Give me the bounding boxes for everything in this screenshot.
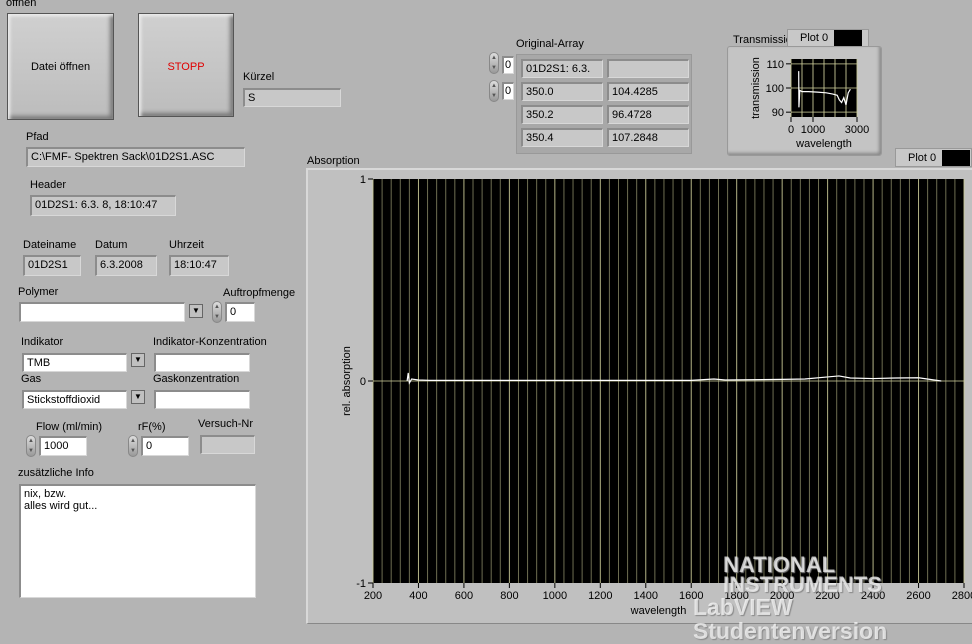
array-cell: 104.4285 bbox=[607, 82, 689, 101]
array-cell: 01D2S1: 6.3. bbox=[521, 59, 603, 78]
x-tick-label: 1400 bbox=[634, 590, 658, 602]
polymer-select[interactable] bbox=[19, 302, 185, 322]
stop-button[interactable]: STOPP bbox=[138, 13, 234, 117]
legend-label: Plot 0 bbox=[908, 151, 937, 164]
x-tick-label: 1000 bbox=[801, 124, 825, 136]
polymer-label: Polymer bbox=[18, 286, 59, 298]
array-cell: 107.2848 bbox=[607, 128, 689, 147]
x-tick-label: 1200 bbox=[588, 590, 612, 602]
indikator-konz-label: Indikator-Konzentration bbox=[153, 336, 267, 348]
dateiname-label: Dateiname bbox=[23, 239, 77, 251]
gaskonz-label: Gaskonzentration bbox=[153, 373, 240, 385]
x-tick-label: 1800 bbox=[724, 590, 748, 602]
polymer-dropdown-arrow-icon[interactable]: ▼ bbox=[189, 304, 203, 318]
y-tick-label: -1 bbox=[356, 578, 366, 590]
auftropfmenge-field[interactable]: 0 bbox=[225, 302, 255, 322]
indikator-konz-field[interactable] bbox=[154, 353, 250, 372]
auftropfmenge-stepper[interactable]: ▲ ▼ bbox=[212, 301, 222, 323]
x-tick-label: 1000 bbox=[543, 590, 567, 602]
x-axis-label: wavelength bbox=[630, 605, 687, 617]
flow-field[interactable]: 1000 bbox=[39, 436, 87, 456]
x-tick-label: 400 bbox=[409, 590, 427, 602]
gaskonz-field[interactable] bbox=[154, 390, 250, 409]
kuerzel-label: Kürzel bbox=[243, 71, 275, 83]
y-tick-label: 0 bbox=[360, 376, 366, 388]
x-tick-label: 2000 bbox=[770, 590, 794, 602]
indikator-dropdown-arrow-icon[interactable]: ▼ bbox=[131, 353, 145, 367]
x-tick-label: 800 bbox=[500, 590, 518, 602]
y-tick-label: 90 bbox=[772, 107, 784, 119]
absorption-legend[interactable]: Plot 0 bbox=[895, 148, 972, 167]
x-tick-label: 200 bbox=[364, 590, 382, 602]
header-field: 01D2S1: 6.3. 8, 18:10:47 bbox=[30, 195, 176, 216]
x-tick-label: 3000 bbox=[845, 124, 869, 136]
array-cell: 96.4728 bbox=[607, 105, 689, 124]
open-file-button[interactable]: Datei öffnen bbox=[7, 13, 114, 120]
x-tick-label: 2800 bbox=[952, 590, 972, 602]
gas-select[interactable]: Stickstoffdioxid bbox=[22, 390, 127, 409]
datum-field: 6.3.2008 bbox=[95, 255, 157, 276]
y-tick-label: 1 bbox=[360, 174, 366, 186]
versuch-field bbox=[200, 435, 255, 454]
array-frame: 01D2S1: 6.3. 350.0 104.4285 350.2 96.4728 350… bbox=[516, 54, 692, 154]
x-tick-label: 2600 bbox=[906, 590, 930, 602]
plot-line-icon bbox=[834, 30, 863, 46]
transmission-chart: 90 100 110 0 1000 3000 wavelength transmission bbox=[750, 57, 869, 150]
y-tick-label: 100 bbox=[766, 83, 784, 95]
array-cell: 350.4 bbox=[521, 128, 603, 147]
array-index1-field[interactable]: 0 bbox=[502, 82, 514, 100]
array-cell: 350.0 bbox=[521, 82, 603, 101]
gas-label: Gas bbox=[21, 373, 42, 385]
x-tick-label: 2400 bbox=[861, 590, 885, 602]
datum-label: Datum bbox=[95, 239, 128, 251]
flow-label: Flow (ml/min) bbox=[36, 421, 102, 433]
uhrzeit-label: Uhrzeit bbox=[169, 239, 204, 251]
info-label: zusätzliche Info bbox=[18, 467, 94, 479]
transmission-legend[interactable]: Plot 0 bbox=[787, 29, 869, 47]
legend-label: Plot 0 bbox=[800, 32, 829, 44]
absorption-chart-title: Absorption bbox=[307, 155, 360, 167]
y-axis-label: rel. absorption bbox=[341, 346, 353, 416]
info-textarea[interactable]: nix, bzw. alles wird gut... bbox=[19, 484, 256, 598]
uhrzeit-field: 18:10:47 bbox=[169, 255, 229, 276]
rf-field[interactable]: 0 bbox=[141, 436, 189, 456]
indikator-label: Indikator bbox=[21, 336, 64, 348]
x-tick-label: 600 bbox=[455, 590, 473, 602]
pfad-field: C:\FMF- Spektren Sack\01D2S1.ASC bbox=[26, 147, 245, 167]
pfad-label: Pfad bbox=[26, 131, 49, 143]
dateiname-field: 01D2S1 bbox=[23, 255, 81, 276]
array-cell: 350.2 bbox=[521, 105, 603, 124]
versuch-label: Versuch-Nr bbox=[198, 418, 254, 430]
array-index0-stepper[interactable]: ▲ ▼ bbox=[489, 52, 499, 74]
header-label: Header bbox=[30, 179, 67, 191]
array-index1-stepper[interactable]: ▲ ▼ bbox=[489, 80, 499, 102]
rf-stepper[interactable]: ▲ ▼ bbox=[128, 435, 138, 457]
flow-stepper[interactable]: ▲ ▼ bbox=[26, 435, 36, 457]
array-index0-field[interactable]: 0 bbox=[502, 56, 514, 74]
open-group-label: öffnen bbox=[6, 0, 37, 9]
x-tick-label: 2200 bbox=[815, 590, 839, 602]
rf-label: rF(%) bbox=[138, 421, 166, 433]
plot-line-icon bbox=[942, 149, 971, 166]
x-axis-label: wavelength bbox=[795, 138, 852, 150]
indikator-select[interactable]: TMB bbox=[22, 353, 127, 372]
kuerzel-field: S bbox=[243, 88, 341, 107]
y-tick-label: 110 bbox=[766, 59, 784, 71]
x-tick-label: 0 bbox=[788, 124, 794, 136]
x-tick-label: 1600 bbox=[679, 590, 703, 602]
gas-dropdown-arrow-icon[interactable]: ▼ bbox=[131, 390, 145, 404]
auftropfmenge-label: Auftropfmenge bbox=[223, 287, 296, 299]
array-label: Original-Array bbox=[516, 38, 584, 50]
absorption-chart: 1 0 -1200 400 600 800 1000 1200 1400 1600 1800 2000… bbox=[341, 174, 972, 617]
y-axis-label: transmission bbox=[750, 57, 762, 119]
array-cell bbox=[607, 59, 689, 78]
